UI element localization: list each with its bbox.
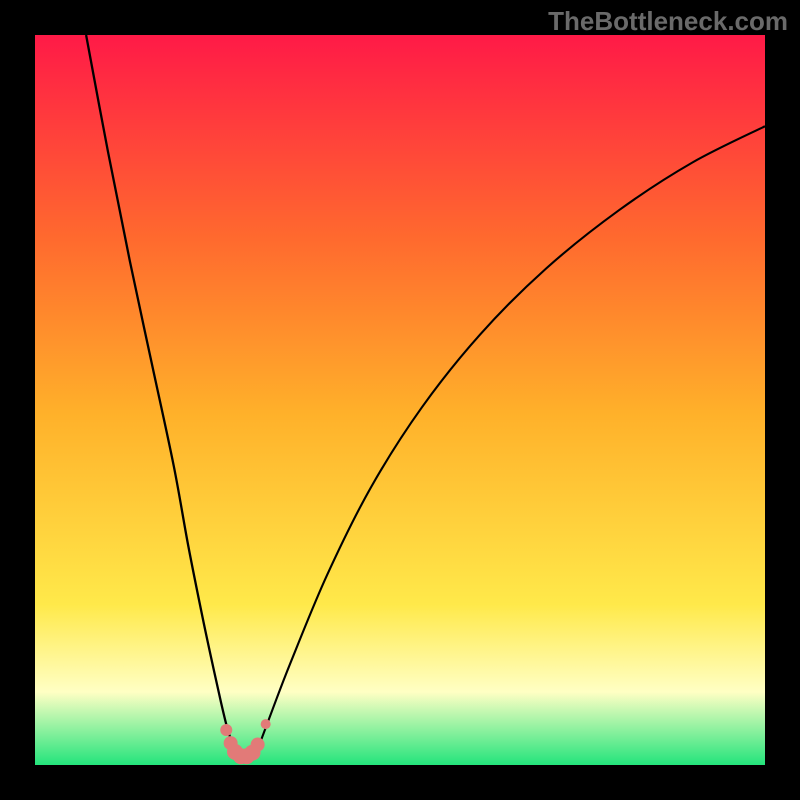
chart-container bbox=[0, 0, 800, 800]
optimum-marker bbox=[251, 738, 265, 752]
optimum-marker bbox=[220, 724, 232, 736]
plot-area bbox=[35, 35, 765, 765]
watermark-text: TheBottleneck.com bbox=[548, 6, 788, 37]
optimum-marker bbox=[261, 719, 271, 729]
bottleneck-chart bbox=[0, 0, 800, 800]
